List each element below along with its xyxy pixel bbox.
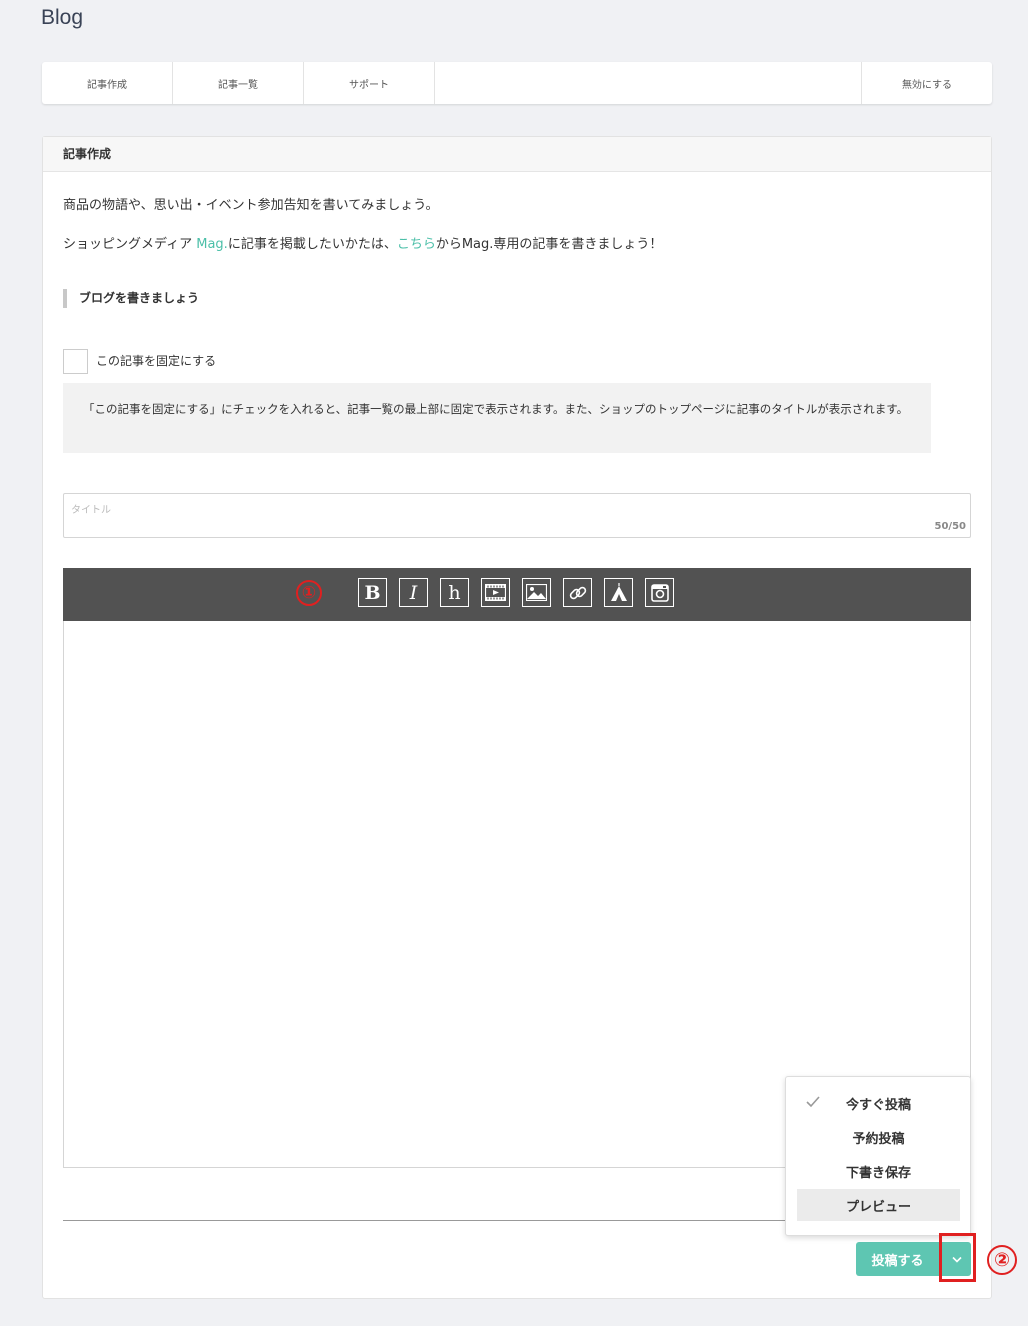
annotation-marker-2: ②	[987, 1245, 1017, 1275]
mag-info-mid: に記事を掲載したいかたは、	[227, 237, 397, 252]
menu-item-post-now[interactable]: 今すぐ投稿	[797, 1087, 960, 1119]
heading-icon[interactable]: h	[440, 578, 469, 607]
section-heading: ブログを書きましょう	[63, 289, 199, 308]
italic-glyph: I	[409, 581, 418, 604]
menu-item-preview[interactable]: プレビュー	[797, 1189, 960, 1221]
bold-glyph: B	[364, 581, 381, 604]
post-options-menu: 今すぐ投稿 予約投稿 下書き保存 プレビュー	[785, 1076, 971, 1236]
title-char-counter: 50/50	[934, 521, 966, 532]
image-glyph	[526, 584, 547, 601]
pin-article-label[interactable]: この記事を固定にする	[96, 352, 216, 369]
tab-article-list[interactable]: 記事一覧	[173, 62, 304, 104]
nav-tabs: 記事作成 記事一覧 サポート 無効にする	[42, 62, 992, 104]
annotation-highlight-box	[939, 1233, 976, 1282]
disable-button[interactable]: 無効にする	[861, 62, 992, 104]
mag-link[interactable]: Mag.	[196, 237, 228, 252]
video-glyph	[485, 584, 506, 601]
link-icon[interactable]	[563, 578, 592, 607]
menu-item-schedule[interactable]: 予約投稿	[797, 1121, 960, 1153]
editor-toolbar: ① B I h	[63, 568, 971, 621]
instagram-icon[interactable]	[645, 578, 674, 607]
mag-info-suffix: からMag.専用の記事を書きましょう！	[435, 237, 663, 252]
pin-article-checkbox[interactable]	[63, 349, 88, 374]
italic-icon[interactable]: I	[399, 578, 428, 607]
page-title: Blog	[41, 6, 84, 29]
mag-info-prefix: ショッピングメディア	[63, 237, 197, 252]
title-input[interactable]	[69, 504, 953, 517]
here-link[interactable]: こちら	[397, 237, 436, 252]
image-icon[interactable]	[522, 578, 551, 607]
check-icon	[806, 1096, 820, 1108]
mag-info-text: ショッピングメディア Mag.に記事を掲載したいかたは、こちらからMag.専用の…	[63, 233, 662, 252]
heading-glyph: h	[448, 581, 461, 604]
submit-button[interactable]: 投稿する	[856, 1242, 939, 1276]
card-header: 記事作成	[43, 137, 991, 172]
link-glyph	[569, 586, 586, 599]
tent-glyph	[610, 582, 627, 601]
tab-create-article[interactable]: 記事作成	[42, 62, 173, 104]
tab-support[interactable]: サポート	[304, 62, 435, 104]
video-icon[interactable]	[481, 578, 510, 607]
tent-icon[interactable]	[604, 578, 633, 607]
instagram-glyph	[650, 583, 669, 602]
tab-spacer	[435, 62, 861, 104]
title-field: 50/50	[63, 493, 971, 538]
pin-note: 「この記事を固定にする」にチェックを入れると、記事一覧の最上部に固定で表示されま…	[63, 383, 931, 453]
menu-item-save-draft[interactable]: 下書き保存	[797, 1155, 960, 1187]
menu-item-label: 今すぐ投稿	[845, 1097, 911, 1113]
intro-text: 商品の物語や、思い出・イベント参加告知を書いてみましょう。	[63, 198, 439, 213]
annotation-marker-1: ①	[296, 580, 322, 606]
bold-icon[interactable]: B	[358, 578, 387, 607]
